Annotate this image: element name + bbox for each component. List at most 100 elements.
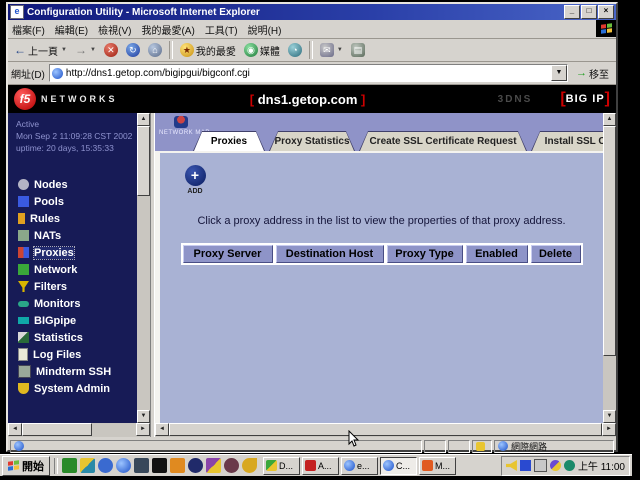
forward-button[interactable]: → ▼	[71, 42, 100, 58]
quicklaunch-icon-7[interactable]	[170, 458, 185, 473]
column-destination-host[interactable]: Destination Host	[276, 245, 384, 263]
quicklaunch-icon-10[interactable]	[224, 458, 239, 473]
main-hscrollbar[interactable]: ◄ ►	[155, 423, 616, 437]
start-button[interactable]: 開始	[2, 456, 50, 476]
filters-icon	[18, 281, 29, 292]
go-button[interactable]: → 移至	[572, 65, 613, 82]
favorites-button[interactable]: ★ 我的最愛	[176, 42, 240, 59]
menu-tools[interactable]: 工具(T)	[205, 22, 238, 37]
menu-help[interactable]: 說明(H)	[248, 22, 282, 37]
scroll-right-icon[interactable]: ►	[602, 423, 616, 436]
network-status-icon[interactable]	[520, 460, 531, 471]
home-button[interactable]: ⌂	[144, 42, 166, 58]
scrollbar-thumb[interactable]	[137, 126, 150, 196]
mail-dropdown-icon[interactable]: ▼	[337, 47, 343, 53]
title-bar[interactable]: e Configuration Utility - Microsoft Inte…	[8, 4, 616, 20]
sidebar-item-filters[interactable]: Filters	[8, 278, 150, 295]
tab-proxy-statistics[interactable]: Proxy Statistics	[269, 131, 355, 151]
task-icon	[344, 460, 355, 471]
quicklaunch-icon-8[interactable]	[188, 458, 203, 473]
url-text[interactable]: http://dns1.getop.com/bigipgui/bigconf.c…	[66, 68, 551, 79]
scroll-left-icon[interactable]: ◄	[8, 423, 22, 436]
sidebar-hscrollbar[interactable]: ◄ ►	[8, 423, 150, 437]
quicklaunch-icon-2[interactable]	[80, 458, 95, 473]
maximize-button[interactable]: □	[581, 5, 597, 19]
main-scrollbar[interactable]: ▲ ▼	[603, 113, 616, 423]
back-dropdown-icon[interactable]: ▼	[61, 47, 67, 53]
menu-favorites[interactable]: 我的最愛(A)	[141, 22, 194, 37]
minimize-button[interactable]: _	[564, 5, 580, 19]
scroll-left-icon[interactable]: ◄	[155, 423, 169, 436]
quicklaunch-icon-6[interactable]	[152, 458, 167, 473]
close-button[interactable]: ×	[598, 5, 614, 19]
scrollbar-thumb[interactable]	[603, 126, 616, 356]
quicklaunch-icon-3[interactable]	[98, 458, 113, 473]
column-enabled[interactable]: Enabled	[466, 245, 528, 263]
scroll-up-icon[interactable]: ▲	[603, 113, 616, 126]
quicklaunch-icon-9[interactable]	[206, 458, 221, 473]
task-button-2[interactable]: A...	[302, 457, 339, 475]
task-button-5[interactable]: M...	[419, 457, 456, 475]
clock[interactable]: 上午 11:00	[578, 458, 625, 473]
instruction-text: Click a proxy address in the list to vie…	[160, 215, 603, 227]
sidebar-item-monitors[interactable]: Monitors	[8, 295, 150, 312]
tab-create-ssl-certificate-request[interactable]: Create SSL Certificate Request	[359, 131, 527, 151]
sidebar-item-system-admin[interactable]: System Admin	[8, 380, 150, 397]
menu-view[interactable]: 檢視(V)	[98, 22, 131, 37]
scroll-down-icon[interactable]: ▼	[603, 410, 616, 423]
menu-file[interactable]: 檔案(F)	[12, 22, 45, 37]
scroll-up-icon[interactable]: ▲	[137, 113, 150, 126]
scroll-right-icon[interactable]: ►	[136, 423, 150, 436]
refresh-icon: ↻	[126, 43, 140, 57]
sidebar-item-statistics[interactable]: Statistics	[8, 329, 150, 346]
scroll-down-icon[interactable]: ▼	[137, 410, 150, 423]
tray-app-icon-2[interactable]	[564, 460, 575, 471]
task-button-1[interactable]: D...	[263, 457, 300, 475]
sidebar-item-mindterm-ssh[interactable]: Mindterm SSH	[8, 363, 150, 380]
sidebar-scrollbar[interactable]: ▲ ▼	[137, 113, 150, 423]
sidebar-item-proxies[interactable]: Proxies	[8, 244, 150, 261]
task-button-4-active[interactable]: C...	[380, 457, 417, 475]
add-proxy-button[interactable]: + ADD	[180, 165, 210, 195]
quicklaunch-icon-11[interactable]	[242, 458, 257, 473]
forward-arrow-icon: →	[75, 43, 87, 57]
forward-dropdown-icon[interactable]: ▼	[90, 47, 96, 53]
tray-app-icon-1[interactable]	[550, 460, 561, 471]
zone-lock-icon	[476, 442, 485, 451]
windows-start-icon	[8, 460, 19, 471]
back-button[interactable]: ← 上一頁 ▼	[10, 42, 71, 59]
address-input[interactable]: http://dns1.getop.com/bigipgui/bigconf.c…	[49, 64, 568, 82]
column-delete[interactable]: Delete	[531, 245, 581, 263]
stop-button[interactable]: ✕	[100, 42, 122, 58]
mail-button[interactable]: ✉ ▼	[316, 42, 347, 58]
print-button[interactable]: ▤	[347, 42, 369, 58]
history-button[interactable]: ◔	[284, 42, 306, 58]
hostname-bracket-right: ]	[361, 92, 365, 107]
sidebar-item-rules[interactable]: Rules	[8, 210, 150, 227]
scrollbar-thumb[interactable]	[169, 423, 602, 436]
scrollbar-thumb[interactable]	[22, 423, 92, 436]
ie-quicklaunch-icon[interactable]	[116, 458, 131, 473]
task-icon	[383, 460, 394, 471]
media-icon: ◉	[244, 43, 258, 57]
tab-proxies[interactable]: Proxies	[193, 131, 265, 151]
refresh-button[interactable]: ↻	[122, 42, 144, 58]
sidebar-item-nats[interactable]: NATs	[8, 227, 150, 244]
task-button-3[interactable]: e...	[341, 457, 378, 475]
sidebar-item-network[interactable]: Network	[8, 261, 150, 278]
add-icon[interactable]: +	[185, 165, 206, 186]
sidebar-item-pools[interactable]: Pools	[8, 193, 150, 210]
sidebar-item-bigpipe[interactable]: BIGpipe	[8, 312, 150, 329]
quicklaunch-icon-5[interactable]	[134, 458, 149, 473]
media-button[interactable]: ◉ 媒體	[240, 42, 284, 59]
sidebar-item-log-files[interactable]: Log Files	[8, 346, 150, 363]
column-proxy-server[interactable]: Proxy Server	[183, 245, 273, 263]
quicklaunch-icon-1[interactable]	[62, 458, 77, 473]
address-dropdown-button[interactable]: ▼	[551, 65, 567, 81]
display-settings-icon[interactable]	[534, 459, 547, 472]
menu-edit[interactable]: 編輯(E)	[55, 22, 88, 37]
column-proxy-type[interactable]: Proxy Type	[387, 245, 463, 263]
volume-icon[interactable]	[506, 460, 517, 471]
sidebar-item-nodes[interactable]: Nodes	[8, 176, 150, 193]
print-icon: ▤	[351, 43, 365, 57]
